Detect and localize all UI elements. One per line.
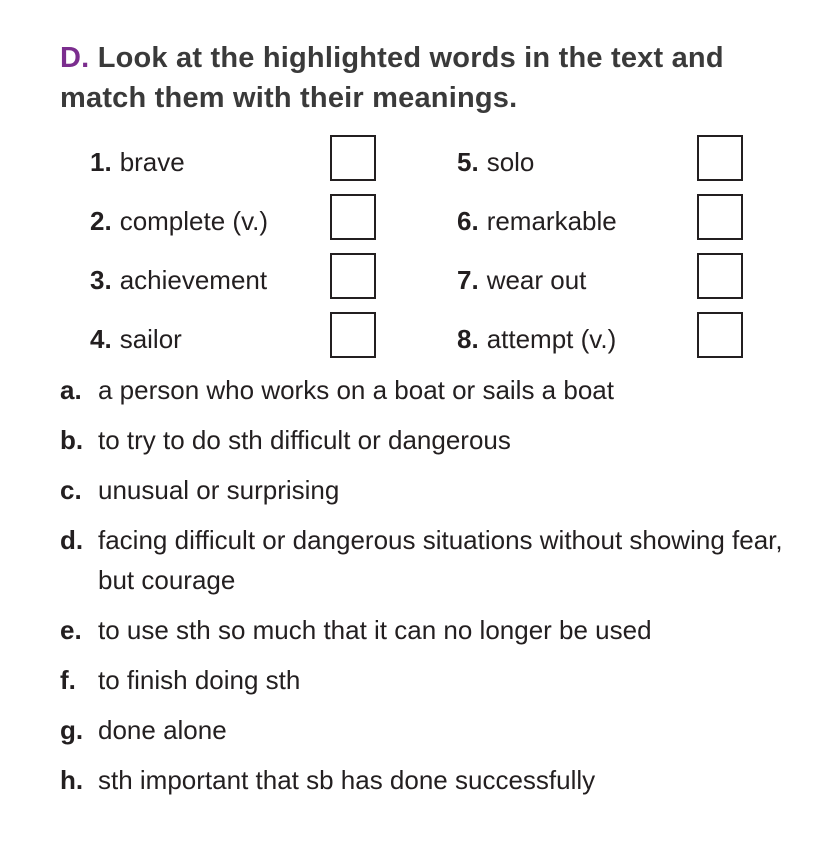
definition-letter: b.: [60, 425, 84, 455]
word-text: achievement: [119, 265, 268, 295]
definition-letter: e.: [60, 615, 82, 645]
word-item: 4. sailor: [90, 314, 182, 364]
word-item: 3. achievement: [90, 255, 267, 305]
word-item: 5. solo: [457, 137, 534, 187]
definition-letter: c.: [60, 475, 82, 505]
word-number: 2.: [90, 206, 112, 236]
word-text: sailor: [119, 324, 182, 354]
word-number: 4.: [90, 324, 112, 354]
word-text: wear out: [486, 265, 587, 295]
definition-text: sth important that sb has done successfu…: [98, 765, 596, 795]
word-item: 6. remarkable: [457, 196, 617, 246]
answer-box-2[interactable]: [330, 194, 376, 240]
word-number: 6.: [457, 206, 479, 236]
answer-box-5[interactable]: [697, 135, 743, 181]
word-text: complete (v.): [119, 206, 269, 236]
word-number: 1.: [90, 147, 112, 177]
word-number: 5.: [457, 147, 479, 177]
word-number: 8.: [457, 324, 479, 354]
definition-text: done alone: [98, 715, 227, 745]
definition-text: to try to do sth difficult or dangerous: [98, 425, 511, 455]
answer-box-4[interactable]: [330, 312, 376, 358]
word-text: attempt (v.): [486, 324, 617, 354]
matching-area: 1. brave 2. complete (v.) 3. achievement 4.…: [0, 0, 825, 370]
word-item: 2. complete (v.): [90, 196, 268, 246]
definition-text: facing difficult or dangerous situations…: [98, 525, 783, 595]
word-number: 3.: [90, 265, 112, 295]
word-item: 7. wear out: [457, 255, 586, 305]
definition-item: e. to use sth so much that it can no lon…: [60, 610, 820, 650]
definition-letter: d.: [60, 525, 84, 555]
definition-item: f. to finish doing sth: [60, 660, 820, 700]
definition-item: g. done alone: [60, 710, 820, 750]
word-item: 1. brave: [90, 137, 185, 187]
definition-text: to use sth so much that it can no longer…: [98, 615, 652, 645]
definition-letter: a.: [60, 375, 82, 405]
answer-box-6[interactable]: [697, 194, 743, 240]
definition-item: c. unusual or surprising: [60, 470, 820, 510]
definition-item: d. facing difficult or dangerous situati…: [60, 520, 820, 600]
definition-letter: f.: [60, 665, 76, 695]
word-text: solo: [486, 147, 535, 177]
answer-box-1[interactable]: [330, 135, 376, 181]
answer-box-8[interactable]: [697, 312, 743, 358]
word-number: 7.: [457, 265, 479, 295]
word-text: remarkable: [486, 206, 617, 236]
word-text: brave: [119, 147, 185, 177]
answer-box-7[interactable]: [697, 253, 743, 299]
definition-letter: h.: [60, 765, 84, 795]
definition-item: h. sth important that sb has done succes…: [60, 760, 820, 800]
definition-text: a person who works on a boat or sails a …: [98, 375, 614, 405]
word-item: 8. attempt (v.): [457, 314, 616, 364]
definition-text: unusual or surprising: [98, 475, 340, 505]
definition-text: to finish doing sth: [98, 665, 301, 695]
definition-letter: g.: [60, 715, 84, 745]
definition-item: a. a person who works on a boat or sails…: [60, 370, 820, 410]
definition-item: b. to try to do sth difficult or dangero…: [60, 420, 820, 460]
answer-box-3[interactable]: [330, 253, 376, 299]
definitions-list: a. a person who works on a boat or sails…: [60, 370, 820, 810]
